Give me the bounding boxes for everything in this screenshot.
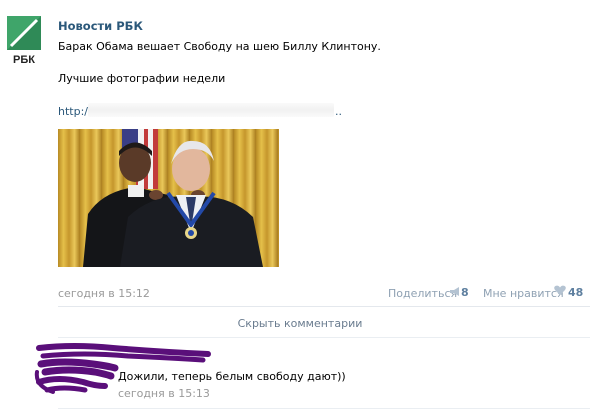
post-link-tail[interactable]: .. <box>335 105 342 118</box>
post-text: Барак Обама вешает Свободу на шею Биллу … <box>58 40 381 53</box>
comment-date[interactable]: сегодня в 15:13 <box>118 387 210 400</box>
post-photo[interactable] <box>58 129 279 267</box>
author-avatar[interactable]: РБК <box>6 16 44 66</box>
share-button[interactable]: Поделиться <box>388 287 457 300</box>
divider <box>58 408 590 409</box>
heart-icon[interactable] <box>554 285 566 299</box>
divider <box>58 306 590 307</box>
link-redaction <box>88 103 334 117</box>
share-count: 8 <box>461 286 469 299</box>
like-button[interactable]: Мне нравится <box>483 287 564 300</box>
post-text-secondary: Лучшие фотографии недели <box>58 72 226 85</box>
post-date[interactable]: сегодня в 15:12 <box>58 287 150 300</box>
comment-text: Дожили, теперь белым свободу дают)) <box>118 370 346 383</box>
post-link[interactable]: http:/ <box>58 105 88 118</box>
megaphone-icon[interactable] <box>449 286 460 300</box>
like-count: 48 <box>568 286 584 299</box>
divider <box>58 337 590 338</box>
hide-comments-link[interactable]: Скрыть комментарии <box>0 317 600 330</box>
logo-text: РБК <box>13 54 35 66</box>
post-author[interactable]: Новости РБК <box>58 19 143 33</box>
